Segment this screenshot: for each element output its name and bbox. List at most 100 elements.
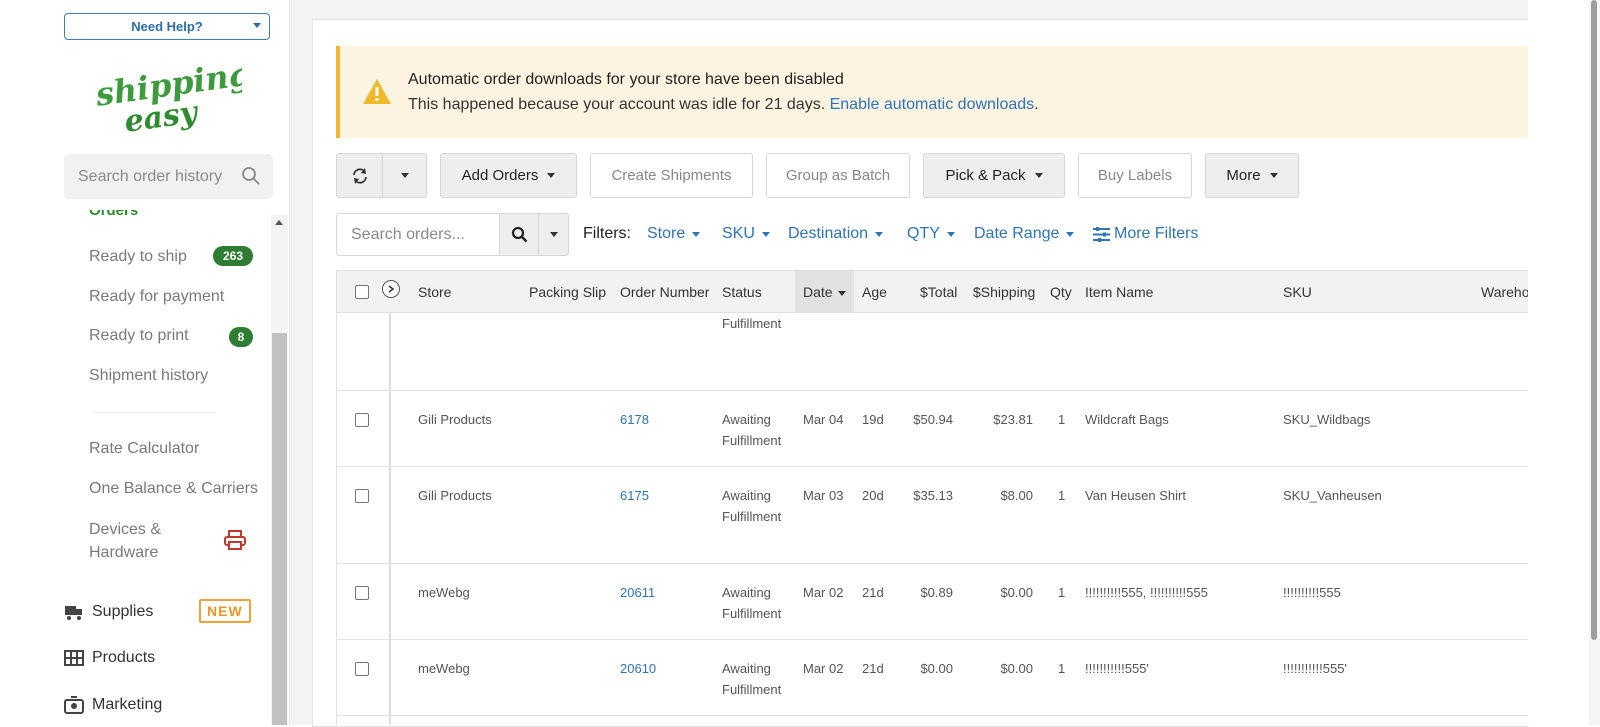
col-qty[interactable]: Qty <box>1050 284 1072 300</box>
more-filters-button[interactable]: More Filters <box>1093 225 1198 243</box>
need-help-button[interactable]: Need Help? <box>64 13 270 40</box>
nav-supplies[interactable]: Supplies <box>64 603 153 621</box>
table-row[interactable]: meWebg 20610 Awaiting Fulfillment Mar 02… <box>337 640 1529 716</box>
row-checkbox[interactable] <box>355 413 369 427</box>
col-total[interactable]: $Total <box>920 284 957 300</box>
add-orders-button[interactable]: Add Orders <box>440 153 577 198</box>
ready-to-print-count-badge: 8 <box>229 327 253 347</box>
shipping-cell: $0.00 <box>1000 585 1033 600</box>
order-search-input[interactable] <box>349 224 493 245</box>
filter-store[interactable]: Store <box>647 225 701 243</box>
col-shipping[interactable]: $Shipping <box>973 284 1035 300</box>
shipping-cell: $0.00 <box>1000 661 1033 676</box>
table-row[interactable]: Fulfillment <box>337 313 1529 391</box>
row-checkbox[interactable] <box>355 662 369 676</box>
nav-marketing[interactable]: Marketing <box>64 696 162 714</box>
col-store[interactable]: Store <box>418 284 451 300</box>
select-all-checkbox[interactable] <box>355 285 369 299</box>
age-cell: 20d <box>862 488 884 503</box>
total-cell: $0.00 <box>920 661 953 676</box>
marketing-icon <box>64 696 84 714</box>
refresh-button[interactable] <box>336 153 383 198</box>
sliders-icon <box>1093 226 1110 242</box>
status-cell: Awaiting <box>722 661 771 676</box>
sidebar-scroll-thumb[interactable] <box>272 333 287 725</box>
col-sku[interactable]: SKU <box>1283 284 1312 300</box>
filter-destination-label: Destination <box>788 225 869 242</box>
col-item-name[interactable]: Item Name <box>1085 284 1153 300</box>
chevron-down-icon <box>253 23 261 28</box>
refresh-dropdown-button[interactable] <box>382 153 427 198</box>
chevron-down-icon <box>875 231 884 237</box>
order-number-link[interactable]: 20610 <box>620 658 656 679</box>
shipping-cell: $8.00 <box>1000 488 1033 503</box>
row-checkbox[interactable] <box>355 586 369 600</box>
order-number-link[interactable]: 6178 <box>620 409 649 430</box>
row-checkbox[interactable] <box>355 489 369 503</box>
sidebar-item-one-balance-carriers[interactable]: One Balance & Carriers <box>89 480 258 498</box>
supplies-icon <box>65 606 82 620</box>
order-number-link[interactable]: 20611 <box>620 582 655 603</box>
order-search-button[interactable] <box>499 213 539 256</box>
new-badge: NEW <box>199 599 251 623</box>
table-row[interactable]: meWebg 20611 Awaiting Fulfillment Mar 02… <box>337 564 1529 640</box>
expand-columns-button[interactable] <box>382 280 400 298</box>
sku-cell: SKU_Vanheusen <box>1283 488 1382 503</box>
table-row[interactable]: Gili Products 6175 Awaiting Fulfillment … <box>337 467 1529 564</box>
col-date[interactable]: Date <box>795 271 854 313</box>
filter-destination[interactable]: Destination <box>788 225 884 243</box>
right-gutter <box>1528 0 1589 725</box>
enable-downloads-link[interactable]: Enable automatic downloads <box>830 96 1035 113</box>
search-icon[interactable] <box>241 166 261 186</box>
sidebar-item-shipment-history[interactable]: Shipment history <box>89 367 208 385</box>
age-cell: 21d <box>862 661 884 676</box>
scroll-up-arrow-icon[interactable] <box>275 220 283 225</box>
column-divider <box>389 313 391 725</box>
filter-qty[interactable]: QTY <box>907 225 955 243</box>
status-cell-line2: Fulfillment <box>722 509 782 524</box>
more-label: More <box>1226 167 1261 184</box>
order-history-search-input[interactable] <box>76 166 240 187</box>
page-scroll-thumb[interactable] <box>1591 0 1597 640</box>
sidebar-item-ready-to-ship[interactable]: Ready to ship <box>89 248 187 266</box>
sidebar-scrollbar[interactable] <box>271 215 288 725</box>
products-icon <box>64 650 84 666</box>
create-shipments-button[interactable]: Create Shipments <box>590 153 753 198</box>
pick-pack-label: Pick & Pack <box>945 167 1026 184</box>
sidebar-item-devices-hardware[interactable]: Devices & Hardware <box>89 518 189 564</box>
sidebar-divider <box>95 412 215 413</box>
order-search <box>336 213 500 256</box>
table-row[interactable]: Gili Products 6178 Awaiting Fulfillment … <box>337 391 1529 467</box>
order-number-link[interactable]: 6175 <box>620 485 649 506</box>
page-scrollbar[interactable] <box>1589 0 1600 725</box>
sort-desc-icon <box>837 290 846 296</box>
filters-label: Filters: <box>583 225 631 242</box>
filter-sku-label: SKU <box>722 225 755 242</box>
col-status[interactable]: Status <box>722 284 762 300</box>
chevron-down-icon <box>1066 231 1075 237</box>
total-cell: $35.13 <box>913 488 953 503</box>
sidebar-item-ready-to-print[interactable]: Ready to print <box>89 327 189 345</box>
buy-labels-button[interactable]: Buy Labels <box>1078 153 1192 198</box>
col-warehouse[interactable]: Wareho <box>1481 284 1529 300</box>
col-order-number[interactable]: Order Number <box>620 284 709 300</box>
nav-products[interactable]: Products <box>64 649 155 667</box>
col-age[interactable]: Age <box>862 284 887 300</box>
add-orders-label: Add Orders <box>461 167 539 184</box>
chevron-down-icon <box>547 173 556 178</box>
store-cell: Gili Products <box>418 412 492 427</box>
printer-icon <box>224 530 246 550</box>
sidebar-item-rate-calculator[interactable]: Rate Calculator <box>89 440 199 458</box>
more-button[interactable]: More <box>1205 153 1299 198</box>
col-packing-slip[interactable]: Packing Slip <box>529 284 606 300</box>
more-filters-label: More Filters <box>1114 225 1199 242</box>
group-as-batch-label: Group as Batch <box>785 167 891 184</box>
filter-date-range[interactable]: Date Range <box>974 225 1075 243</box>
chevron-down-icon <box>692 231 701 237</box>
sidebar-item-orders[interactable]: Orders <box>89 210 138 219</box>
pick-pack-button[interactable]: Pick & Pack <box>923 153 1065 198</box>
group-as-batch-button[interactable]: Group as Batch <box>766 153 910 198</box>
sidebar-item-ready-for-payment[interactable]: Ready for payment <box>89 288 224 306</box>
filter-sku[interactable]: SKU <box>722 225 770 243</box>
search-options-dropdown[interactable] <box>538 213 569 256</box>
